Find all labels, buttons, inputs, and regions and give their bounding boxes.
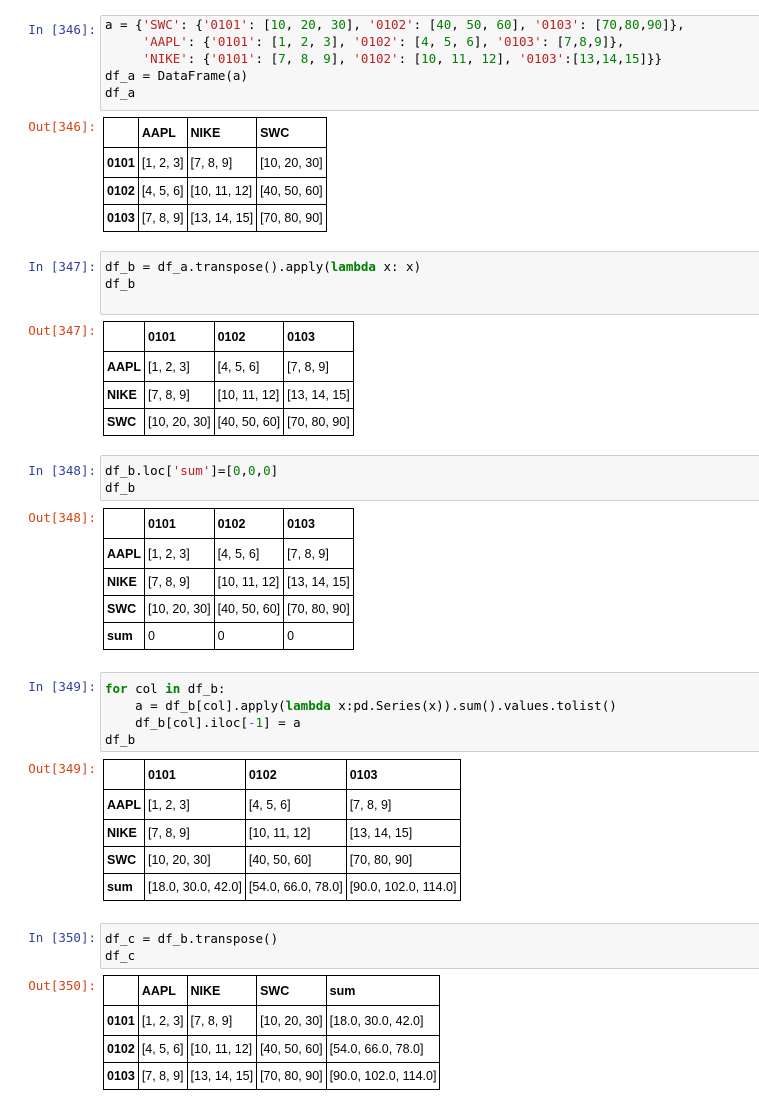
table-row: 0102 [4, 5, 6] [10, 11, 12] [40, 50, 60] [54… [103, 1035, 441, 1063]
code-line: df_c [105, 947, 135, 964]
row-index: 0101 [103, 1005, 139, 1036]
column-header: AAPL [137, 975, 188, 1006]
notebook-cell[interactable]: In [350]: Out[350]: AAPL NIKE SWC sum 0101 [1… [0, 0, 759, 1101]
table-cell: [54.0, 66.0, 78.0] [325, 1035, 441, 1063]
output-prompt: Out[350]: [28, 978, 96, 993]
table-cell: [10, 11, 12] [186, 1035, 258, 1063]
row-index: 0102 [103, 1035, 139, 1063]
column-header: SWC [256, 975, 327, 1006]
table-header-row: AAPL NIKE SWC sum [103, 975, 441, 1006]
dataframe-output-table: AAPL NIKE SWC sum 0101 [1, 2, 3] [7, 8, 9] [10,… [103, 975, 441, 1090]
table-cell: [7, 8, 9] [137, 1062, 188, 1090]
table-row: 0101 [1, 2, 3] [7, 8, 9] [10, 20, 30] [18.0,… [103, 1005, 441, 1036]
table-cell: [1, 2, 3] [137, 1005, 188, 1036]
code-token: df_c [105, 948, 136, 963]
index-header [103, 975, 139, 1006]
table-cell: [10, 20, 30] [256, 1005, 327, 1036]
code-line: df_c = df_b.transpose() [105, 930, 278, 947]
column-header: NIKE [186, 975, 258, 1006]
table-cell: [7, 8, 9] [186, 1005, 258, 1036]
table-cell: [40, 50, 60] [256, 1035, 327, 1063]
column-header: sum [325, 975, 441, 1006]
table-cell: [13, 14, 15] [186, 1062, 258, 1090]
table-cell: [18.0, 30.0, 42.0] [325, 1005, 441, 1036]
row-index: 0103 [103, 1062, 139, 1090]
code-token: df_c = df_b.transpose() [105, 931, 279, 946]
table-cell: [4, 5, 6] [137, 1035, 188, 1063]
table-cell: [70, 80, 90] [256, 1062, 327, 1090]
table-cell: [90.0, 102.0, 114.0] [325, 1062, 441, 1090]
table-row: 0103 [7, 8, 9] [13, 14, 15] [70, 80, 90] [90… [103, 1062, 441, 1090]
input-prompt: In [350]: [28, 930, 96, 945]
